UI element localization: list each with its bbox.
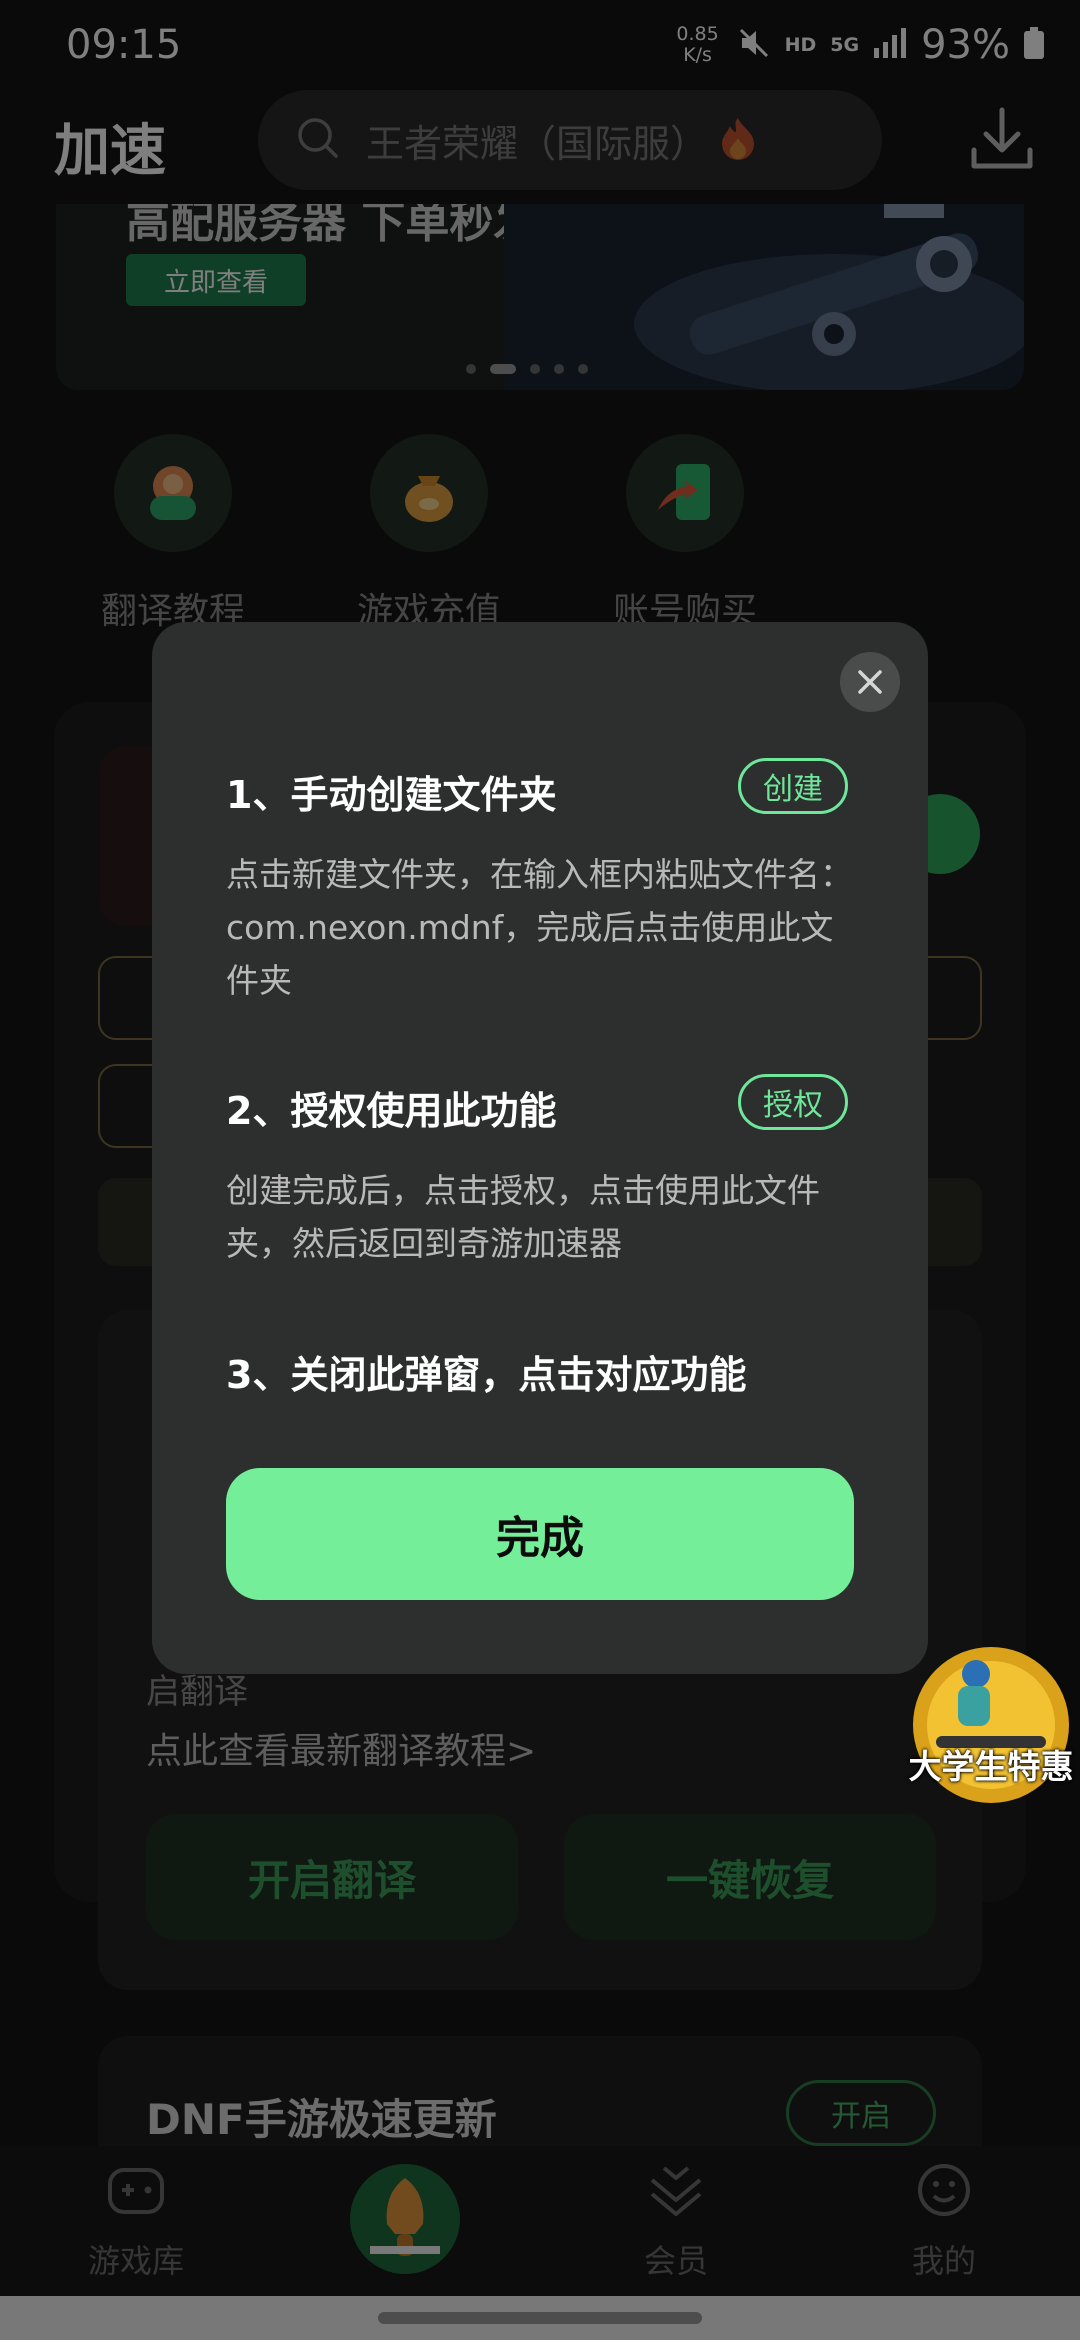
step2-title: 2、授权使用此功能 xyxy=(226,1089,557,1133)
step1-title: 1、手动创建文件夹 xyxy=(226,773,557,817)
done-button[interactable]: 完成 xyxy=(226,1468,854,1600)
step1-description: 点击新建文件夹，在输入框内粘贴文件名：com.nexon.mdnf，完成后点击使… xyxy=(226,855,853,1000)
promo-label: 大学生特惠 xyxy=(908,1747,1074,1786)
close-icon xyxy=(858,670,882,694)
close-button[interactable] xyxy=(840,652,900,712)
promo-sticker[interactable]: 大学生特惠 xyxy=(906,1640,1076,1810)
step2-description: 创建完成后，点击授权，点击使用此文件夹，然后返回到奇游加速器 xyxy=(226,1171,820,1263)
create-tag-button[interactable]: 创建 xyxy=(738,758,848,814)
folder-permission-dialog: 1、手动创建文件夹 创建 点击新建文件夹，在输入框内粘贴文件名：com.nexo… xyxy=(152,622,928,1674)
step3-title: 3、关闭此弹窗，点击对应功能 xyxy=(226,1353,747,1397)
authorize-tag-button[interactable]: 授权 xyxy=(738,1074,848,1130)
